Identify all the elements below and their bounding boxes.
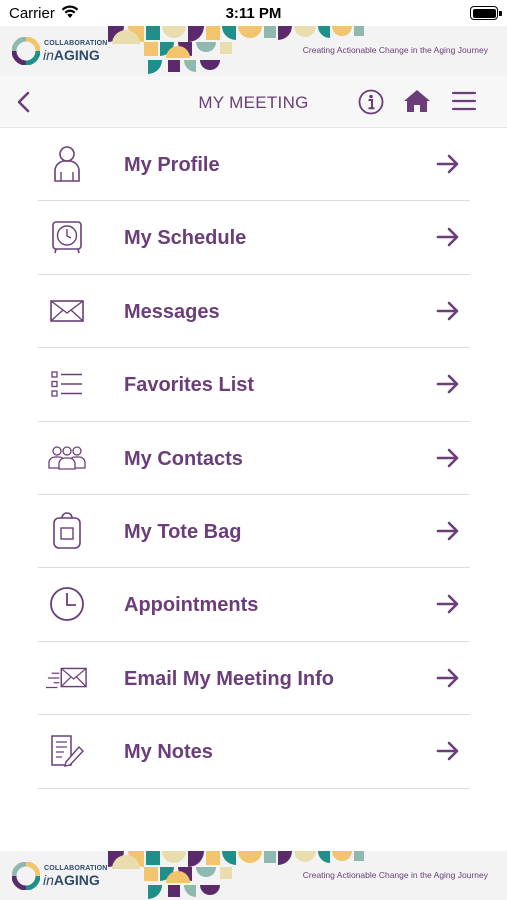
clock-icon xyxy=(46,585,88,623)
notes-icon xyxy=(46,732,88,770)
menu-item-label: My Tote Bag xyxy=(124,520,242,543)
collaboration-in-aging-logo: COLLABORATION inAGING xyxy=(12,36,112,66)
logo-text-collaboration: COLLABORATION xyxy=(44,865,108,872)
status-time: 3:11 PM xyxy=(225,5,282,22)
arrow-right-icon xyxy=(436,594,460,614)
arrow-right-icon xyxy=(436,668,460,688)
banner-tagline: Creating Actionable Change in the Aging … xyxy=(302,45,488,55)
menu-item-label: My Profile xyxy=(124,154,220,176)
menu-item-messages[interactable]: Messages xyxy=(38,275,470,349)
menu-item-favorites-list[interactable]: Favorites List xyxy=(38,348,470,422)
alarm-clock-icon xyxy=(46,218,88,256)
envelope-icon xyxy=(46,292,88,330)
arrow-right-icon xyxy=(436,448,460,468)
hamburger-icon[interactable] xyxy=(451,90,477,112)
banner-tagline: Creating Actionable Change in the Aging … xyxy=(302,870,488,880)
home-icon[interactable] xyxy=(403,88,431,114)
bag-icon xyxy=(46,512,88,550)
email-send-icon xyxy=(46,659,88,697)
menu-item-my-tote-bag[interactable]: My Tote Bag xyxy=(38,495,470,569)
menu-item-label: My Schedule xyxy=(124,227,247,250)
group-icon xyxy=(46,439,88,477)
arrow-right-icon xyxy=(436,521,460,541)
header-banner: COLLABORATION inAGING Creating Actionabl… xyxy=(0,26,507,76)
logo-text-aging: inAGING xyxy=(43,47,100,63)
nav-bar: MY MEETING xyxy=(0,76,507,128)
battery-icon xyxy=(470,6,502,20)
logo-text-collaboration: COLLABORATION xyxy=(44,40,108,47)
menu-item-my-contacts[interactable]: My Contacts xyxy=(38,422,470,495)
arrow-right-icon xyxy=(436,741,460,761)
arrow-right-icon xyxy=(436,374,460,394)
menu-item-label: Email My Meeting Info xyxy=(124,667,335,690)
menu-item-my-notes[interactable]: My Notes xyxy=(38,715,470,789)
status-bar: Carrier 3:11 PM xyxy=(0,0,507,26)
menu-item-label: My Notes xyxy=(124,741,213,764)
menu-item-appointments[interactable]: Appointments xyxy=(38,568,470,642)
meeting-menu-list: My Profile My Schedule Messages Favorite… xyxy=(38,128,470,789)
arrow-right-icon xyxy=(436,301,460,321)
menu-item-label: Appointments xyxy=(124,594,259,617)
menu-item-my-profile[interactable]: My Profile xyxy=(38,128,470,202)
arrow-right-icon xyxy=(436,227,460,247)
person-icon xyxy=(46,145,88,183)
menu-item-label: Messages xyxy=(124,300,220,323)
collaboration-in-aging-logo: COLLABORATION inAGING xyxy=(12,861,112,891)
info-icon[interactable] xyxy=(358,89,384,115)
menu-item-email-my-meeting-info[interactable]: Email My Meeting Info xyxy=(38,642,470,716)
footer-banner: COLLABORATION inAGING Creating Actionabl… xyxy=(0,851,507,900)
checklist-icon xyxy=(46,365,88,403)
logo-text-aging: inAGING xyxy=(43,872,100,888)
menu-item-my-schedule[interactable]: My Schedule xyxy=(38,201,470,275)
menu-item-label: Favorites List xyxy=(124,374,255,397)
menu-item-label: My Contacts xyxy=(124,447,243,470)
arrow-right-icon xyxy=(436,154,460,174)
